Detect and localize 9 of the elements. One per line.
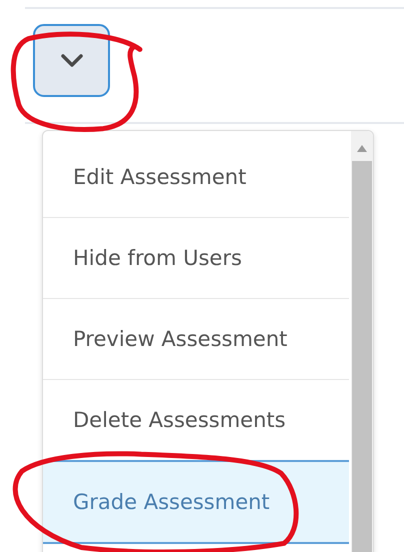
scrollbar[interactable] [351, 131, 373, 552]
menu-item[interactable]: Edit Assessment [43, 137, 349, 218]
scroll-thumb[interactable] [352, 161, 372, 552]
scroll-up-icon[interactable] [357, 145, 367, 152]
dropdown-button[interactable] [33, 24, 110, 97]
menu-item[interactable]: Hide from Users [43, 218, 349, 299]
menu-item[interactable]: Grade Assessment [43, 460, 349, 544]
menu-item[interactable]: Preview Assessment [43, 299, 349, 380]
chevron-down-icon [60, 54, 82, 67]
